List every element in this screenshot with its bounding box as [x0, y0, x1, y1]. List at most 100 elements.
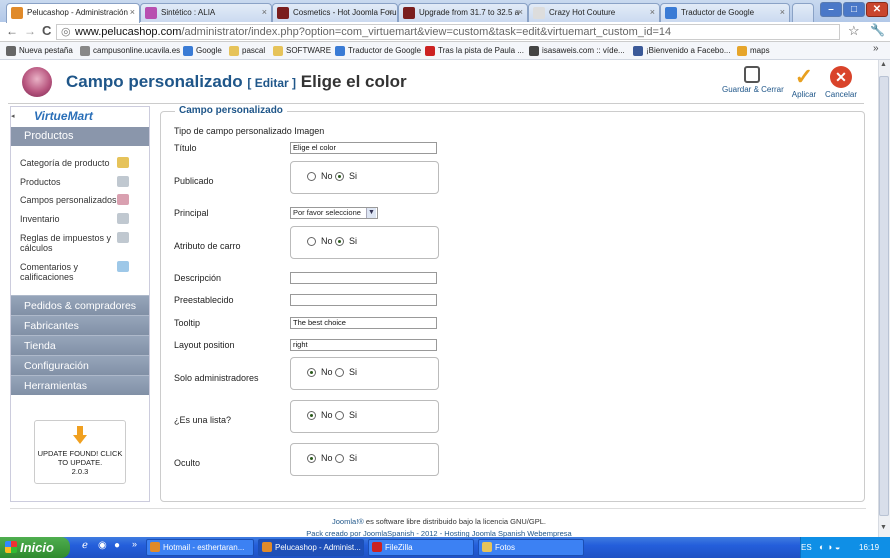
minimize-icon[interactable]: –: [820, 2, 842, 17]
taskbar-item-filezilla[interactable]: FileZilla: [368, 539, 474, 556]
is-list-no-radio[interactable]: [307, 411, 316, 420]
wrench-icon[interactable]: 🔧: [870, 23, 885, 37]
hidden-no-radio[interactable]: [307, 454, 316, 463]
browser-tab[interactable]: Cosmetics - Hot Joomla Foru ×: [272, 3, 398, 22]
collapse-sidebar-icon[interactable]: ◂: [11, 112, 15, 120]
cart-attr-yes-radio[interactable]: [335, 237, 344, 246]
bookmark-favicon-icon: [335, 46, 345, 56]
joomla-link[interactable]: Joomla!®: [332, 517, 364, 526]
sidebar-section-configuracion[interactable]: Configuración: [11, 355, 149, 375]
default-input[interactable]: [290, 294, 437, 306]
bookmark-item[interactable]: Nueva pestaña: [6, 44, 73, 58]
sidebar-item-impuestos[interactable]: Reglas de impuestos y cálculos: [20, 233, 118, 253]
bookmark-item[interactable]: pascal: [229, 44, 265, 58]
chrome-icon: [262, 542, 272, 552]
virtuemart-sidebar-logo: VirtueMart: [34, 109, 93, 123]
principal-select[interactable]: Por favor seleccione: [290, 207, 378, 219]
apply-button[interactable]: ✓ Aplicar: [790, 64, 818, 100]
filezilla-icon: [372, 542, 382, 552]
scrollbar-thumb[interactable]: [879, 76, 889, 516]
taskbar-item-pelucashop[interactable]: Pelucashop - Administ...: [258, 539, 364, 556]
star-icon[interactable]: ☆: [848, 23, 860, 39]
published-yes-radio[interactable]: [335, 172, 344, 181]
reload-icon[interactable]: C: [42, 23, 51, 38]
sidebar-section-tienda[interactable]: Tienda: [11, 335, 149, 355]
quicklaunch-media-icon[interactable]: ◉: [98, 540, 107, 551]
back-icon[interactable]: ←: [6, 24, 18, 38]
close-tab-icon[interactable]: ×: [650, 4, 655, 21]
url-input[interactable]: ◎ www.pelucashop.com/administrator/index…: [56, 24, 840, 40]
chevron-down-icon[interactable]: ▼: [366, 208, 376, 218]
sidebar-item-campos[interactable]: Campos personalizados: [20, 195, 118, 205]
bookmark-favicon-icon: [529, 46, 539, 56]
close-window-icon[interactable]: ✕: [866, 2, 888, 17]
principal-label: Principal: [174, 208, 209, 218]
browser-tab[interactable]: Sintético : ALIA ×: [140, 3, 272, 22]
bookmark-item[interactable]: ¡Bienvenido a Facebo...: [633, 44, 731, 58]
quicklaunch-chrome-icon[interactable]: ●: [114, 540, 120, 551]
quicklaunch-more-icon[interactable]: »: [132, 539, 137, 549]
admin-only-radio-group: No Si: [290, 357, 439, 390]
maximize-icon[interactable]: □: [843, 2, 865, 17]
page-icon: ◎: [61, 26, 71, 38]
admin-only-no-radio[interactable]: [307, 368, 316, 377]
taskbar-item-hotmail[interactable]: Hotmail - esthertaran...: [146, 539, 254, 556]
close-tab-icon[interactable]: ×: [780, 4, 785, 21]
new-tab-button[interactable]: [792, 3, 814, 22]
title-input[interactable]: Elige el color: [290, 142, 437, 154]
published-radio-group: No Si: [290, 161, 439, 194]
sidebar-item-categoria[interactable]: Categoría de producto: [20, 158, 118, 168]
scroll-down-icon[interactable]: ▼: [880, 524, 887, 531]
taskbar-item-fotos[interactable]: Fotos: [478, 539, 584, 556]
close-tab-icon[interactable]: ×: [262, 4, 267, 21]
hidden-yes-radio[interactable]: [335, 454, 344, 463]
tray-icons[interactable]: ◐ ◑ ◒: [819, 537, 840, 558]
page-divider: [10, 508, 866, 509]
sidebar-section-productos[interactable]: Productos: [11, 127, 149, 146]
scroll-up-icon[interactable]: ▲: [880, 61, 887, 68]
tab-favicon-icon: [277, 7, 289, 19]
layout-position-input[interactable]: right: [290, 339, 437, 351]
bookmark-item[interactable]: Traductor de Google: [335, 44, 421, 58]
save-close-button[interactable]: Guardar & Cerrar: [722, 66, 784, 94]
bookmark-item[interactable]: campusonline.ucavila.es: [80, 44, 180, 58]
bookmark-item[interactable]: Google: [183, 44, 222, 58]
tooltip-input[interactable]: The best choice: [290, 317, 437, 329]
check-icon: ✓: [794, 64, 814, 89]
sidebar-item-inventario[interactable]: Inventario: [20, 214, 118, 224]
bookmark-item[interactable]: isasaweis.com :: víde...: [529, 44, 625, 58]
browser-tab[interactable]: Crazy Hot Couture ×: [528, 3, 660, 22]
sidebar-section-pedidos[interactable]: Pedidos & compradores: [11, 295, 149, 315]
language-indicator[interactable]: ES: [801, 537, 812, 558]
inventory-icon: [117, 213, 129, 224]
description-input[interactable]: [290, 272, 437, 284]
footer-credits[interactable]: Pack creado por JoomlaSpanish - 2012 - H…: [0, 529, 878, 537]
is-list-yes-radio[interactable]: [335, 411, 344, 420]
more-bookmarks-icon[interactable]: »: [873, 43, 879, 54]
bookmark-item[interactable]: SOFTWARE: [273, 44, 331, 58]
bookmark-item[interactable]: maps: [737, 44, 770, 58]
sidebar-section-herramientas[interactable]: Herramientas: [11, 375, 149, 395]
bookmark-favicon-icon: [737, 46, 747, 56]
cancel-button[interactable]: ✕ Cancelar: [824, 66, 858, 99]
close-tab-icon[interactable]: ×: [388, 4, 393, 21]
sidebar-item-productos[interactable]: Productos: [20, 177, 118, 187]
close-tab-icon[interactable]: ×: [130, 4, 135, 21]
quicklaunch-ie-icon[interactable]: ℯ: [82, 540, 88, 551]
clock[interactable]: 16:19: [859, 537, 879, 558]
start-button[interactable]: Inicio: [0, 537, 70, 558]
browser-tab[interactable]: Upgrade from 31.7 to 32.5 a ×: [398, 3, 528, 22]
browser-tab[interactable]: Traductor de Google ×: [660, 3, 790, 22]
admin-only-yes-radio[interactable]: [335, 368, 344, 377]
sidebar-item-comentarios[interactable]: Comentarios y calificaciones: [20, 262, 118, 282]
close-tab-icon[interactable]: ×: [518, 4, 523, 21]
cancel-icon: ✕: [830, 66, 852, 88]
tab-favicon-icon: [665, 7, 677, 19]
cart-attr-no-radio[interactable]: [307, 237, 316, 246]
bookmark-favicon-icon: [80, 46, 90, 56]
bookmark-item[interactable]: Tras la pista de Paula ...: [425, 44, 524, 58]
browser-tab[interactable]: Pelucashop - Administración ×: [6, 3, 140, 23]
published-no-radio[interactable]: [307, 172, 316, 181]
forward-icon[interactable]: →: [24, 24, 36, 38]
sidebar-section-fabricantes[interactable]: Fabricantes: [11, 315, 149, 335]
